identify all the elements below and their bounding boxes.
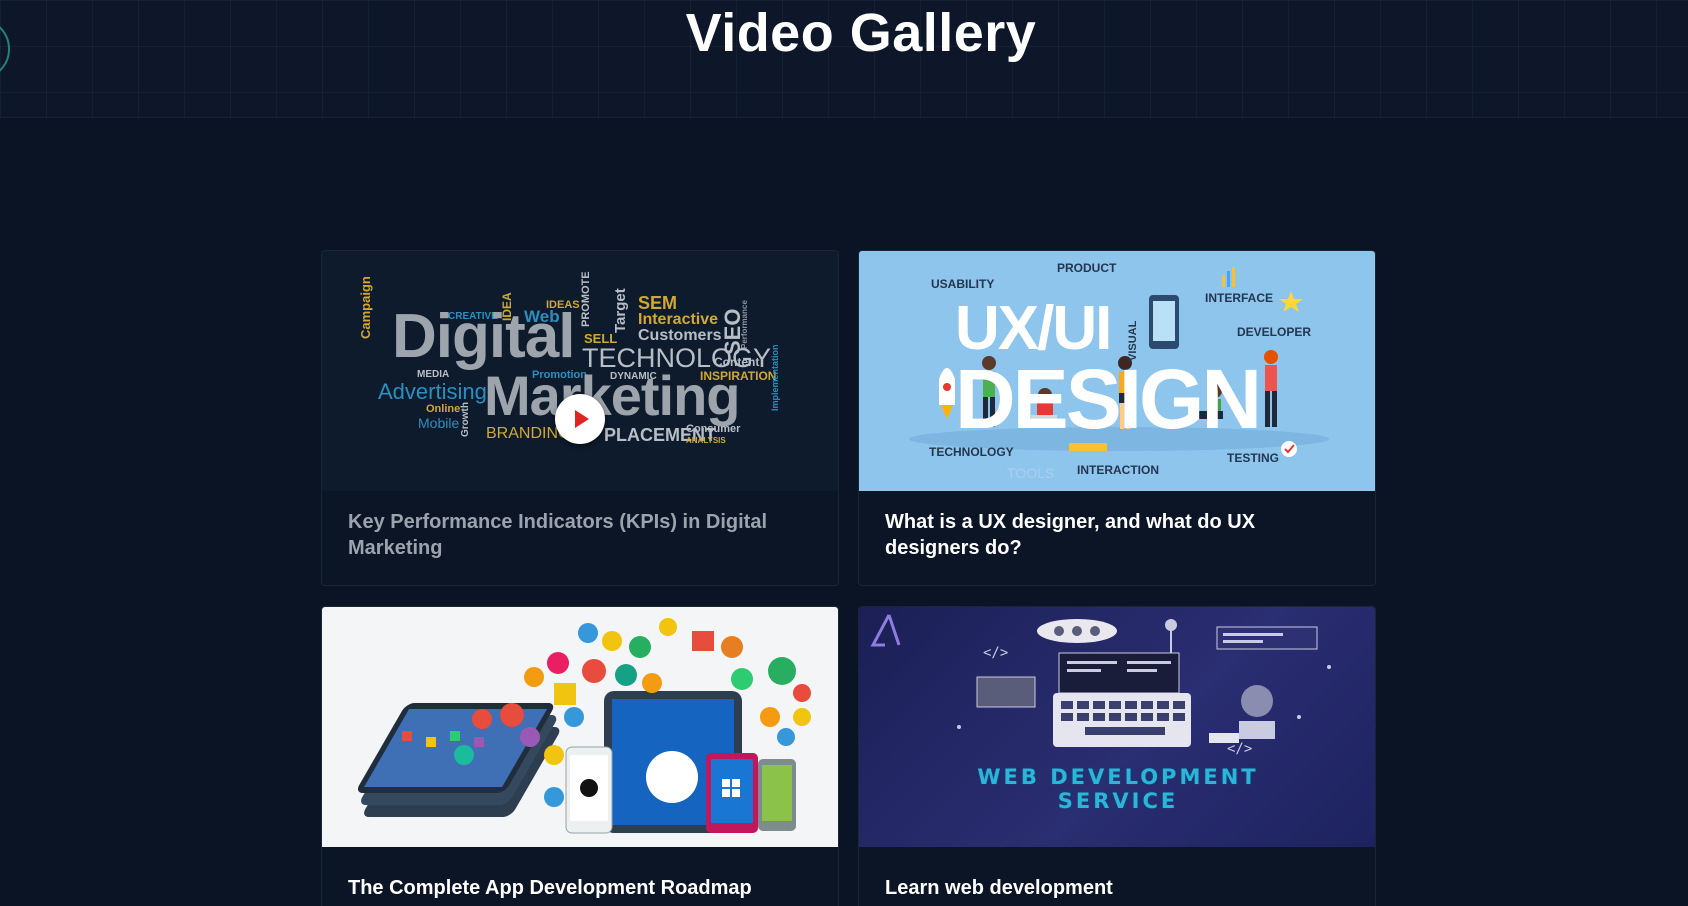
word-visual: VISUAL [1127, 320, 1139, 361]
word-implementation: Implementation [770, 344, 780, 411]
word-testing: TESTING [1227, 451, 1280, 465]
page-title: Video Gallery [685, 3, 1037, 63]
word-mobile: Mobile [418, 415, 460, 431]
word-analysis: ANALYSIS [686, 436, 726, 445]
video-card-app-roadmap[interactable]: The Complete App Development Roadmap [321, 606, 839, 906]
video-title[interactable]: What is a UX designer, and what do UX de… [885, 509, 1355, 561]
word-campaign: Campaign [358, 276, 373, 339]
word-marketing: Marketing [484, 364, 740, 427]
video-title[interactable]: Key Performance Indicators (KPIs) in Dig… [348, 509, 818, 561]
word-performance: Performance [740, 300, 749, 349]
svg-text:</>: </> [1227, 741, 1252, 757]
video-thumbnail-app-development[interactable] [322, 607, 838, 847]
word-interaction: INTERACTION [1077, 463, 1159, 477]
video-card-ux-designer[interactable]: UX/UI DESIGN VISUAL USABILITY PRODUCT IN… [858, 250, 1376, 586]
video-grid: Campaign CREATIVE Web IDEAS IDEA PROMOTE… [321, 250, 1376, 906]
web-title-line1: WEB DEVELOPMENT [977, 765, 1259, 789]
word-developer: DEVELOPER [1237, 325, 1312, 339]
word-product: PRODUCT [1057, 261, 1117, 275]
word-technology-ux: TECHNOLOGY [929, 445, 1014, 459]
video-thumbnail-web-development[interactable]: </> </> WEB DEVELOPMENT SERVICE [859, 607, 1375, 847]
word-target: Target [612, 288, 629, 333]
word-interface: INTERFACE [1205, 291, 1274, 305]
video-thumbnail-ux-ui-design[interactable]: UX/UI DESIGN VISUAL USABILITY PRODUCT IN… [859, 251, 1375, 491]
svg-text:</>: </> [983, 645, 1008, 661]
word-design: DESIGN [955, 352, 1262, 446]
word-consumer: Consumer [686, 423, 741, 435]
word-growth: Growth [460, 402, 471, 437]
video-card-web-development[interactable]: </> </> WEB DEVELOPMENT SERVICE Learn we… [858, 606, 1376, 906]
video-title[interactable]: Learn web development [885, 875, 1355, 901]
video-title[interactable]: The Complete App Development Roadmap [348, 875, 818, 901]
word-usability: USABILITY [931, 277, 995, 291]
app-illustration [357, 618, 811, 834]
web-title-line2: SERVICE [1057, 789, 1179, 813]
word-online: Online [426, 403, 461, 415]
video-card-kpi[interactable]: Campaign CREATIVE Web IDEAS IDEA PROMOTE… [321, 250, 839, 586]
word-digital: Digital [392, 302, 575, 371]
play-button[interactable] [555, 394, 605, 444]
word-tools: TOOLS [1007, 465, 1055, 481]
word-promote: PROMOTE [580, 271, 592, 327]
video-thumbnail-digital-marketing[interactable]: Campaign CREATIVE Web IDEAS IDEA PROMOTE… [322, 251, 838, 491]
